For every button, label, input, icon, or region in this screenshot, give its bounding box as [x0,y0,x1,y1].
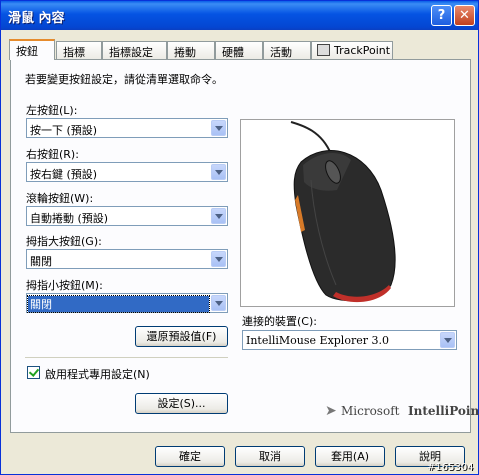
chevron-down-icon[interactable] [211,208,226,224]
tab-buttons[interactable]: 按鈕 [9,39,55,60]
thumb-big-label: 拇指大按鈕(G): [26,235,102,248]
window-title: 滑鼠 內容 [8,11,65,26]
intellipoint-logo-text: IntelliPoint [408,404,479,418]
wheel-button-value: 自動捲動 (預設) [30,212,109,225]
right-button-value: 按右鍵 (預設) [30,168,98,181]
wheel-button-select[interactable]: 自動捲動 (預設) [26,206,228,226]
chevron-down-icon[interactable] [440,332,455,348]
connected-device-value: IntelliMouse Explorer 3.0 [246,334,389,347]
chevron-down-icon[interactable] [211,120,226,136]
apply-button[interactable]: 套用(A) [315,446,385,467]
restore-defaults-button[interactable]: 還原預設值(F) [135,326,228,347]
thumb-small-label: 拇指小按鈕(M): [26,279,103,292]
separator [25,357,228,358]
tab-hardware[interactable]: 硬體 [215,41,263,59]
thumb-small-select[interactable]: 關閉 [26,293,228,313]
help-title-button[interactable]: ? [431,5,452,26]
thumb-big-value: 關閉 [30,255,52,268]
app-specific-checkbox[interactable] [27,366,40,379]
thumb-big-select[interactable]: 關閉 [26,249,228,269]
close-button[interactable]: ✕ [454,5,475,26]
connected-device-label: 連接的裝置(C): [242,315,317,328]
tab-activity[interactable]: 活動 [263,41,311,59]
left-button-label: 左按鈕(L): [26,104,78,117]
settings-button[interactable]: 設定(S)... [135,393,228,414]
tab-scroll[interactable]: 捲動 [167,41,215,59]
chevron-down-icon[interactable] [211,164,226,180]
trackpoint-icon [317,44,330,56]
watermark: #165304 [427,462,474,473]
app-specific-label: 啟用程式專用設定(N) [45,368,150,381]
title-bar: 滑鼠 內容 ? ✕ [1,1,478,30]
mouse-illustration [290,121,396,303]
mouse-image [240,119,455,307]
tab-trackpoint[interactable]: TrackPoint [311,41,393,59]
left-button-select[interactable]: 按一下 (預設) [26,118,228,138]
cursor-arrow-icon: ➤ [325,403,337,419]
chevron-down-icon[interactable] [211,295,226,311]
intro-text: 若要變更按鈕設定，請從清單選取命令。 [25,73,223,86]
tab-pointers[interactable]: 指標 [56,41,102,59]
microsoft-logo-text: Microsoft [341,404,400,418]
wheel-button-label: 滾輪按鈕(W): [26,192,94,205]
right-button-label: 右按鈕(R): [26,148,79,161]
tab-trackpoint-label: TrackPoint [334,44,391,57]
mouse-properties-window: 滑鼠 內容 ? ✕ 按鈕 指標 指標設定 捲動 硬體 活動 TrackPoint… [0,0,479,475]
connected-device-select[interactable]: IntelliMouse Explorer 3.0 [242,330,457,350]
chevron-down-icon[interactable] [211,251,226,267]
right-button-select[interactable]: 按右鍵 (預設) [26,162,228,182]
tab-pointer-options[interactable]: 指標設定 [102,41,167,59]
ok-button[interactable]: 確定 [155,446,225,467]
cancel-button[interactable]: 取消 [235,446,305,467]
thumb-small-value: 關閉 [27,295,210,313]
left-button-value: 按一下 (預設) [30,124,98,137]
